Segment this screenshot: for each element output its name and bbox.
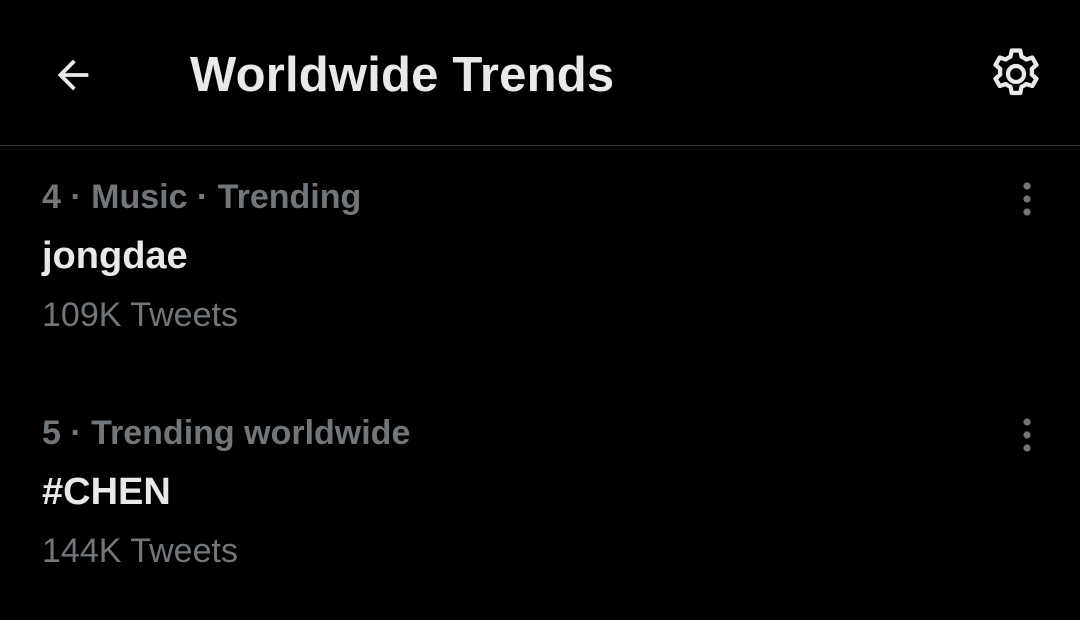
gear-icon <box>993 48 1039 96</box>
trend-name: #CHEN <box>42 471 171 513</box>
top-app-bar: Worldwide Trends <box>0 0 1080 146</box>
page-title: Worldwide Trends <box>190 48 615 102</box>
more-vertical-icon <box>1023 418 1031 452</box>
tweet-count: 144K Tweets <box>42 532 238 570</box>
trend-name: jongdae <box>42 235 188 277</box>
trend-item[interactable]: 5 · Trending worldwide #CHEN 144K Tweets <box>0 384 1080 620</box>
settings-button[interactable] <box>980 38 1052 110</box>
more-options-button[interactable] <box>1002 174 1052 224</box>
trend-item[interactable]: 4 · Music · Trending jongdae 109K Tweets <box>0 148 1080 384</box>
more-vertical-icon <box>1023 182 1031 216</box>
tweet-count: 109K Tweets <box>42 296 238 334</box>
more-options-button[interactable] <box>1002 410 1052 460</box>
trend-context: 4 · Music · Trending <box>42 178 362 216</box>
back-button[interactable] <box>40 42 106 108</box>
trend-context: 5 · Trending worldwide <box>42 414 411 452</box>
arrow-left-icon <box>57 59 89 91</box>
